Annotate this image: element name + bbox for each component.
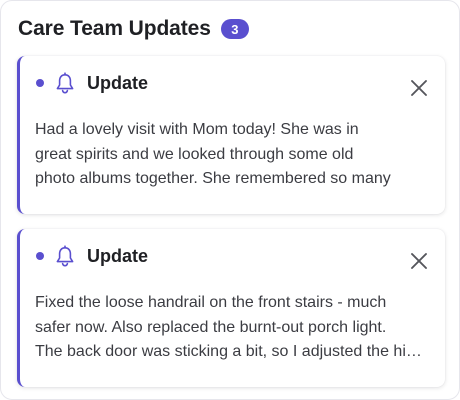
update-message-line: Fixed the loose handrail on the front st… — [35, 294, 387, 311]
update-message-line: Had a lovely visit with Mom today! She w… — [35, 121, 359, 138]
update-message-line: photo albums together. She remembered so… — [35, 170, 391, 187]
update-message-line: The back door was sticking a bit, so I a… — [35, 343, 429, 360]
close-icon — [411, 80, 427, 96]
bell-icon — [56, 245, 74, 267]
update-message-line: safer now. Also replaced the burnt-out p… — [35, 318, 387, 336]
update-list: Update Had a lovely visit with Mom today… — [17, 56, 445, 399]
care-team-updates-panel: Care Team Updates 3 Update Had a lovely … — [0, 0, 460, 400]
unread-indicator-dot — [36, 79, 44, 87]
update-card-header: Update — [36, 71, 148, 95]
unread-indicator-dot — [36, 252, 44, 260]
update-message: Fixed the loose handrail on the front st… — [35, 291, 429, 365]
panel-header: Care Team Updates 3 — [18, 15, 249, 43]
panel-title: Care Team Updates — [18, 17, 211, 40]
update-title: Update — [87, 72, 149, 93]
update-message-line: great spirits and we looked through some… — [35, 145, 354, 163]
close-icon — [411, 253, 427, 269]
update-card[interactable]: Update Fixed the loose handrail on the f… — [17, 229, 445, 387]
update-message: Had a lovely visit with Mom today! She w… — [35, 118, 429, 192]
dismiss-button[interactable] — [409, 251, 429, 271]
update-count-badge: 3 — [220, 19, 249, 39]
update-title: Update — [87, 245, 149, 266]
dismiss-button[interactable] — [409, 78, 429, 98]
bell-icon — [56, 72, 74, 94]
update-card[interactable]: Update Had a lovely visit with Mom today… — [17, 56, 445, 214]
update-card-header: Update — [36, 244, 148, 268]
